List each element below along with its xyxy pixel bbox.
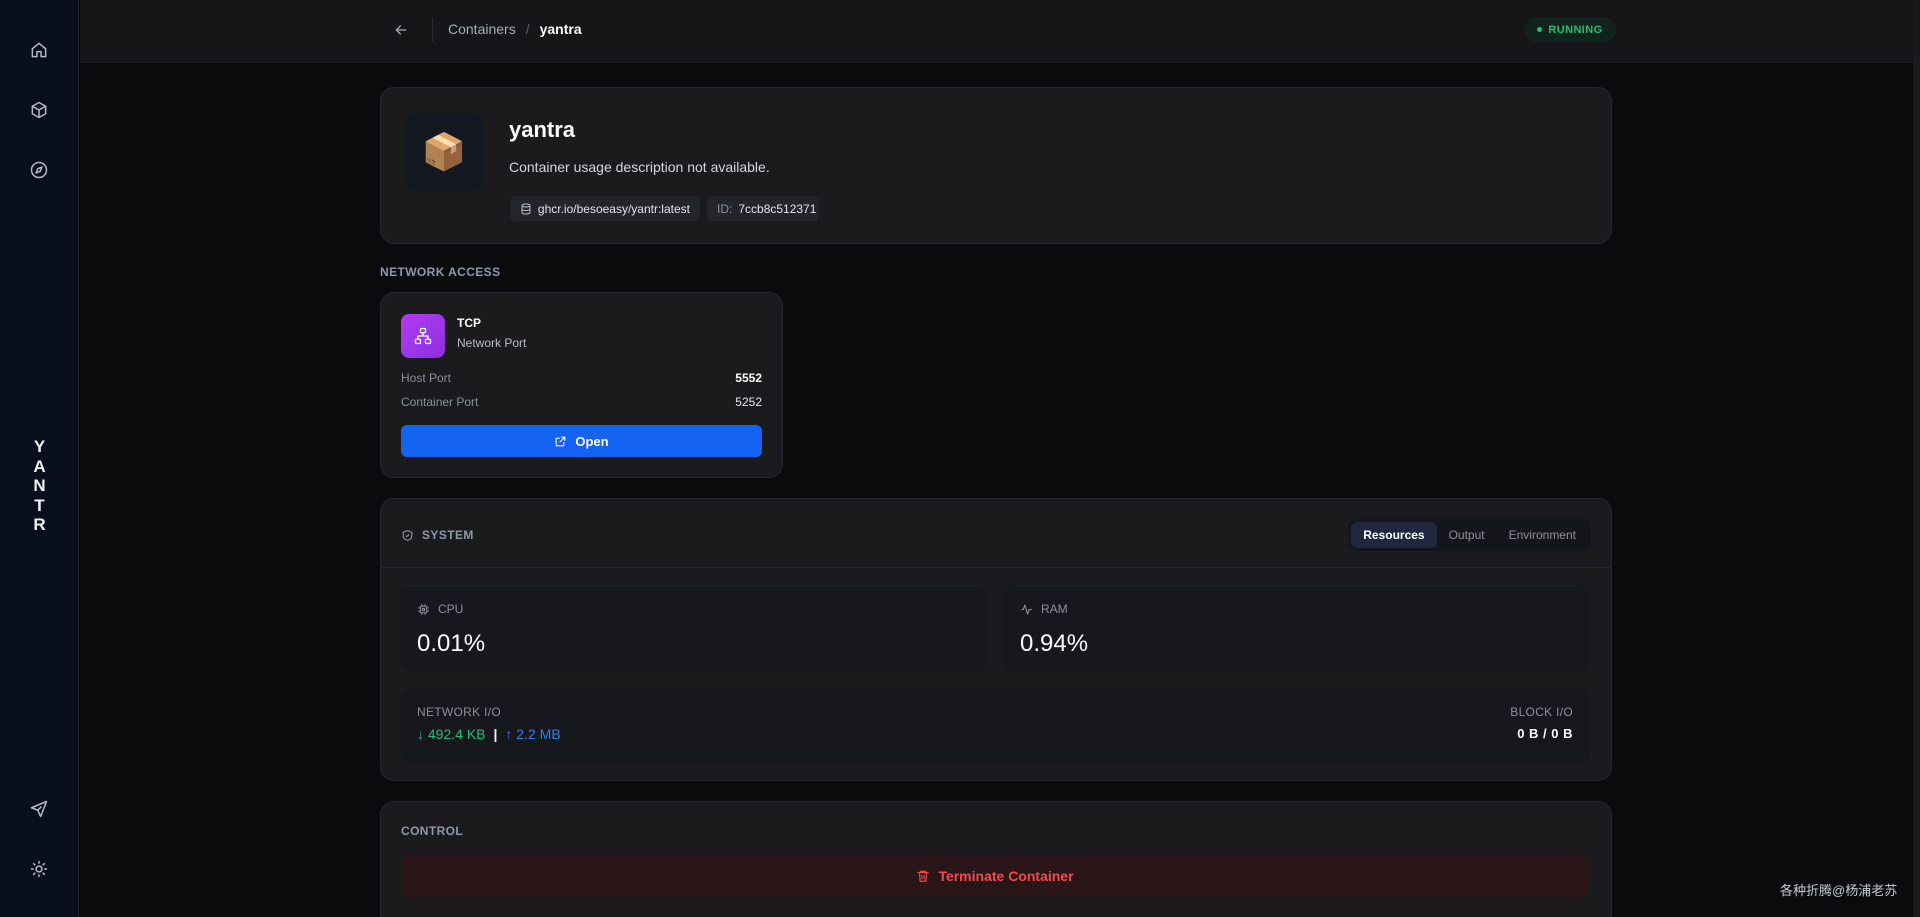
- system-header: SYSTEM: [401, 528, 474, 542]
- open-port-button[interactable]: Open: [401, 425, 762, 457]
- trash-icon: [917, 870, 930, 882]
- brand-logo: Y A N T R: [0, 437, 79, 535]
- status-badge: RUNNING: [1524, 17, 1616, 42]
- terminate-container-button[interactable]: Terminate Container: [401, 855, 1589, 897]
- scrollbar[interactable]: [1913, 0, 1920, 917]
- brand-letter: T: [34, 495, 45, 515]
- block-io-label: BLOCK I/O: [1510, 705, 1573, 719]
- block-io-value: 0 B / 0 B: [1517, 726, 1573, 741]
- cpu-label-row: CPU: [417, 602, 463, 616]
- image-name: ghcr.io/besoeasy/yantr:latest: [537, 201, 690, 216]
- port-subtitle: Network Port: [457, 336, 527, 350]
- breadcrumb-current: yantra: [539, 21, 582, 37]
- top-header: Containers / yantra RUNNING: [80, 0, 1920, 63]
- status-text: RUNNING: [1548, 23, 1603, 36]
- external-link-icon: [556, 436, 566, 446]
- host-port-label: Host Port: [401, 371, 452, 385]
- tab-output[interactable]: Output: [1437, 522, 1497, 548]
- container-emoji: 📦: [421, 131, 467, 172]
- container-description: Container usage description not availabl…: [509, 159, 770, 175]
- network-download: ↓ 492.4 KB: [417, 726, 486, 742]
- send-icon[interactable]: [27, 797, 51, 821]
- container-box-icon: 📦: [405, 113, 483, 191]
- database-icon: [521, 203, 531, 214]
- image-tag: ghcr.io/besoeasy/yantr:latest: [510, 196, 700, 221]
- control-card: CONTROL Terminate Container: [380, 801, 1612, 917]
- box-icon[interactable]: [27, 98, 51, 122]
- container-name: yantra: [509, 117, 576, 142]
- sidebar: Y A N T R: [0, 0, 79, 917]
- port-protocol: TCP: [457, 316, 481, 330]
- open-button-label: Open: [575, 433, 609, 449]
- network-section-title: NETWORK ACCESS: [380, 265, 501, 279]
- activity-icon: [1021, 604, 1032, 614]
- watermark: 各种折腾@杨浦老苏: [1780, 883, 1898, 898]
- network-io-values: ↓ 492.4 KB | ↑ 2.2 MB: [417, 726, 561, 742]
- status-dot-icon: [1537, 27, 1543, 32]
- shield-icon: [402, 529, 413, 541]
- ram-metric: RAM 0.94%: [1004, 587, 1589, 671]
- container-port-label: Container Port: [401, 395, 479, 409]
- id-tag: ID: 7ccb8c512371: [707, 196, 819, 221]
- header-divider: [432, 18, 433, 42]
- network-upload: ↑ 2.2 MB: [505, 726, 561, 742]
- container-port-row: Container Port 5252: [401, 395, 762, 409]
- brand-letter: Y: [33, 437, 46, 456]
- control-title: CONTROL: [401, 824, 464, 838]
- tab-environment[interactable]: Environment: [1497, 522, 1588, 548]
- ram-value: 0.94%: [1020, 630, 1089, 657]
- breadcrumb: Containers / yantra: [448, 21, 582, 37]
- sun-icon[interactable]: [27, 857, 51, 881]
- brand-letter: A: [33, 456, 46, 476]
- home-icon[interactable]: [27, 38, 51, 62]
- terminate-label: Terminate Container: [938, 868, 1074, 884]
- system-divider: [381, 567, 1611, 568]
- back-button[interactable]: [388, 18, 414, 42]
- brand-letter: N: [33, 476, 46, 495]
- tab-resources[interactable]: Resources: [1351, 522, 1437, 548]
- arrow-left-icon: [395, 25, 407, 35]
- breadcrumb-containers-link[interactable]: Containers: [448, 21, 516, 37]
- id-label: ID:: [717, 201, 733, 216]
- cpu-label: CPU: [438, 602, 464, 616]
- container-port-value: 5252: [735, 395, 762, 409]
- network-io-label: NETWORK I/O: [417, 705, 501, 719]
- compass-icon[interactable]: [27, 158, 51, 182]
- host-port-row: Host Port 5552: [401, 371, 762, 385]
- network-port-card: TCP Network Port Host Port 5552 Containe…: [380, 292, 783, 478]
- host-port-value: 5552: [735, 371, 762, 385]
- ram-label: RAM: [1041, 602, 1068, 616]
- cpu-value: 0.01%: [417, 630, 486, 657]
- network-separator: |: [493, 726, 498, 742]
- network-icon: [401, 314, 445, 358]
- system-title: SYSTEM: [422, 528, 474, 542]
- ram-label-row: RAM: [1020, 602, 1068, 616]
- brand-letter: R: [33, 515, 46, 534]
- cpu-metric: CPU 0.01%: [401, 587, 986, 671]
- container-info-card: 📦 yantra Container usage description not…: [380, 87, 1612, 244]
- io-metric: NETWORK I/O ↓ 492.4 KB | ↑ 2.2 MB BLOCK …: [401, 690, 1589, 762]
- container-id: 7ccb8c512371: [738, 201, 817, 216]
- cpu-icon: [418, 603, 429, 615]
- breadcrumb-separator: /: [525, 21, 530, 37]
- system-card: SYSTEM Resources Output Environment CPU …: [380, 498, 1612, 781]
- system-tabs: Resources Output Environment: [1348, 519, 1591, 551]
